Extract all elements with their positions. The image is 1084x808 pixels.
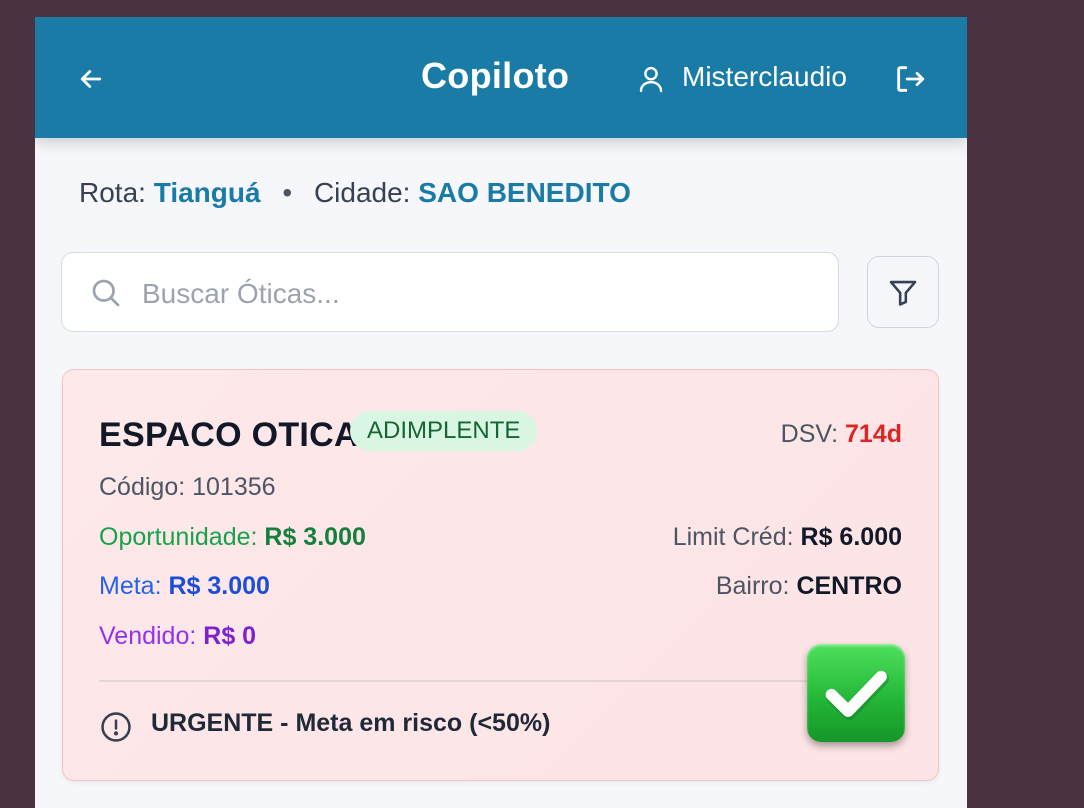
bairro-label: Bairro: [715, 572, 790, 600]
meta-value: R$ 3.000 [168, 572, 270, 600]
back-button[interactable] [73, 61, 109, 97]
user-icon [639, 66, 663, 93]
app-header: Copiloto Misterclaudio [35, 17, 967, 138]
sold-info: Vendido: R$ 0 [99, 622, 256, 651]
bairro-info: Bairro: CENTRO [716, 572, 902, 601]
confirm-check-button[interactable] [807, 644, 905, 742]
urgent-alert: URGENTE - Meta em risco (<50%) [151, 709, 551, 737]
code-info: Código: 101356 [99, 473, 276, 502]
bairro-value: CENTRO [796, 572, 902, 600]
card-divider [99, 680, 904, 682]
alert-circle-icon [101, 712, 131, 742]
opportunity-value: R$ 3.000 [264, 523, 366, 551]
route-label: Rota: [79, 177, 146, 208]
dsv-value: 714d [845, 420, 902, 448]
code-value: 101356 [192, 473, 276, 501]
dsv-info: DSV: 714d [781, 420, 902, 449]
credit-limit-info: Limit Créd: R$ 6.000 [673, 523, 902, 552]
route-value: Tianguá [153, 177, 261, 208]
dsv-label: DSV: [780, 420, 839, 448]
credit-limit-value: R$ 6.000 [800, 523, 902, 551]
search-input[interactable] [140, 271, 824, 317]
filter-icon [889, 280, 917, 306]
user-name[interactable]: Misterclaudio [682, 61, 847, 93]
status-badge: ADIMPLENTE [350, 411, 538, 451]
checkmark-icon [825, 670, 889, 721]
opportunity-info: Oportunidade: R$ 3.000 [99, 523, 366, 552]
route-info: Rota: Tianguá • Cidade: SAO BENEDITO [79, 177, 631, 209]
city-value: SAO BENEDITO [418, 177, 631, 208]
search-box [61, 252, 839, 332]
opportunity-label: Oportunidade: [99, 523, 258, 551]
meta-info: Meta: R$ 3.000 [99, 572, 270, 601]
code-label: Código: [99, 473, 186, 501]
sold-value: R$ 0 [203, 622, 257, 650]
logout-button[interactable] [890, 61, 930, 97]
credit-limit-label: Limit Créd: [672, 523, 794, 551]
route-separator: • [282, 177, 293, 208]
shop-name: ESPACO OTICA [99, 416, 359, 454]
filter-button[interactable] [867, 256, 939, 328]
page-title: Copiloto [421, 55, 570, 96]
search-icon [92, 279, 120, 307]
logout-icon [897, 66, 925, 92]
meta-label: Meta: [99, 572, 162, 600]
city-label: Cidade: [313, 177, 411, 208]
arrow-left-icon [80, 70, 102, 88]
sold-label: Vendido: [99, 622, 197, 650]
